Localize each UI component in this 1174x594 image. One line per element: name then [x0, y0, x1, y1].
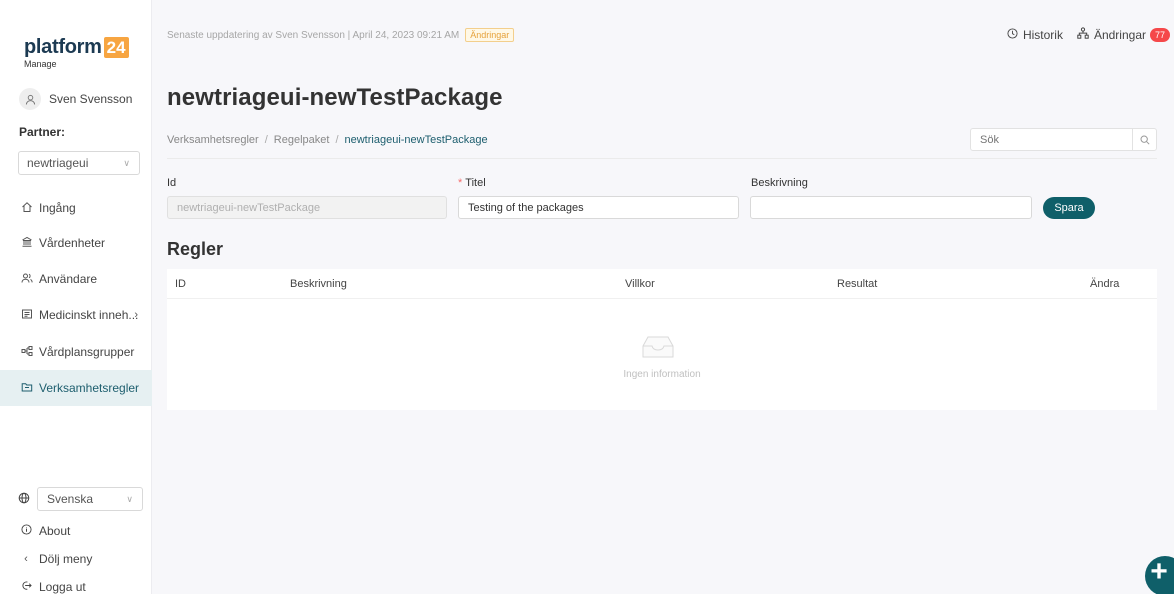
chevron-down-icon: ∨	[126, 493, 133, 504]
sidebar-item-verksamhetsregler[interactable]: Verksamhetsregler	[0, 370, 152, 406]
sidebar-item-label: Vårdenheter	[39, 236, 106, 250]
title-value: Testing of the packages	[468, 201, 584, 214]
table-header: ID Beskrivning Villkor Resultat Ändra	[167, 269, 1157, 299]
logo-subtitle: Manage	[24, 59, 57, 69]
rules-table: ID Beskrivning Villkor Resultat Ändra In…	[167, 269, 1157, 410]
folder-icon	[19, 381, 35, 396]
column-header-conditions: Villkor	[625, 278, 655, 290]
breadcrumb-current: newtriageui-newTestPackage	[344, 134, 488, 146]
hide-menu-link[interactable]: ‹ Dölj meny	[19, 552, 92, 566]
column-header-description: Beskrivning	[290, 278, 347, 290]
last-update-text: Senaste uppdatering av Sven Svensson | A…	[167, 29, 460, 41]
search-icon[interactable]	[1132, 129, 1156, 150]
partner-selected-value: newtriageui	[27, 156, 89, 170]
globe-icon	[18, 492, 30, 507]
sidebar-item-medicinskt-innehall[interactable]: Medicinskt inneh... ›	[0, 297, 152, 333]
user-profile[interactable]: Sven Svensson	[19, 88, 132, 110]
last-update-info: Senaste uppdatering av Sven Svensson | A…	[167, 28, 515, 42]
sidebar-item-label: Användare	[39, 272, 98, 286]
user-icon	[19, 88, 41, 110]
user-name: Sven Svensson	[49, 92, 133, 106]
sidebar-item-label: Vårdplansgrupper	[39, 345, 135, 359]
id-field: newtriageui-newTestPackage	[167, 196, 447, 219]
breadcrumb-item[interactable]: Verksamhetsregler	[167, 134, 259, 146]
hide-menu-label: Dölj meny	[39, 552, 93, 566]
rules-heading: Regler	[167, 239, 224, 259]
logo-number: 24	[103, 37, 129, 58]
platform24-logo[interactable]: platform 24 Manage	[24, 36, 129, 69]
description-label: Beskrivning	[751, 177, 808, 189]
sidebar-item-label: Medicinskt inneh...	[39, 308, 139, 322]
sidebar-item-label: Ingång	[39, 201, 76, 215]
home-icon	[19, 201, 35, 216]
chevron-down-icon: ∨	[123, 157, 130, 168]
tree-icon	[19, 345, 35, 360]
sidebar: platform 24 Manage Sven Svensson Partner:…	[0, 0, 152, 594]
empty-state-text: Ingen information	[623, 369, 701, 380]
about-label: About	[39, 524, 71, 538]
add-button[interactable]: +	[1145, 556, 1174, 594]
changes-label: Ändringar	[1093, 27, 1146, 42]
required-marker: *	[458, 177, 463, 189]
breadcrumb: Verksamhetsregler / Regelpaket / newtria…	[167, 134, 488, 146]
empty-inbox-icon	[642, 336, 674, 358]
sidebar-item-label: Verksamhetsregler	[39, 381, 140, 395]
title-label: * Titel	[458, 177, 486, 189]
hierarchy-icon	[1077, 27, 1089, 42]
column-header-edit: Ändra	[1090, 278, 1120, 290]
logout-label: Logga ut	[39, 580, 86, 594]
column-header-result: Resultat	[837, 278, 878, 290]
sidebar-item-vardenheter[interactable]: Vårdenheter	[0, 225, 152, 261]
id-label: Id	[167, 177, 177, 189]
description-field[interactable]	[750, 196, 1032, 219]
language-selected-value: Svenska	[47, 492, 94, 506]
bank-icon	[19, 236, 35, 251]
search-input[interactable]	[971, 129, 1132, 150]
sidebar-item-anvandare[interactable]: Användare	[0, 261, 152, 297]
title-label-text: Titel	[465, 177, 486, 189]
history-button[interactable]: Historik	[1007, 28, 1063, 42]
info-icon	[19, 524, 33, 538]
breadcrumb-separator: /	[335, 134, 339, 146]
changes-tag: Ändringar	[465, 28, 515, 42]
users-icon	[19, 272, 35, 287]
chevron-right-icon: ›	[134, 309, 138, 321]
sidebar-item-vardplansgrupper[interactable]: Vårdplansgrupper	[0, 334, 152, 370]
page-title: newtriageui-newTestPackage	[167, 84, 503, 111]
breadcrumb-item[interactable]: Regelpaket	[274, 134, 330, 146]
logo-word: platform	[24, 36, 102, 58]
about-link[interactable]: About	[19, 524, 70, 538]
logout-icon	[19, 580, 33, 594]
header-divider	[167, 158, 1157, 159]
chevron-left-icon: ‹	[24, 553, 28, 565]
language-row: Svenska ∨	[18, 487, 143, 511]
clock-icon	[1007, 27, 1018, 42]
changes-button[interactable]: Ändringar 77	[1077, 27, 1170, 42]
history-label: Historik	[1022, 27, 1063, 42]
sidebar-item-ingang[interactable]: Ingång	[0, 190, 152, 226]
partner-select[interactable]: newtriageui ∨	[18, 151, 140, 175]
changes-count-badge: 77	[1149, 27, 1170, 42]
breadcrumb-separator: /	[264, 134, 268, 146]
book-icon	[19, 308, 35, 323]
id-value: newtriageui-newTestPackage	[177, 201, 321, 214]
logout-link[interactable]: Logga ut	[19, 580, 86, 594]
column-header-id: ID	[175, 278, 186, 290]
partner-label: Partner:	[19, 125, 66, 139]
top-actions: Historik Ändringar 77	[993, 27, 1170, 42]
save-button[interactable]: Spara	[1043, 197, 1095, 219]
language-select[interactable]: Svenska ∨	[37, 487, 143, 511]
search-box	[970, 128, 1157, 151]
title-field[interactable]: Testing of the packages	[458, 196, 739, 219]
